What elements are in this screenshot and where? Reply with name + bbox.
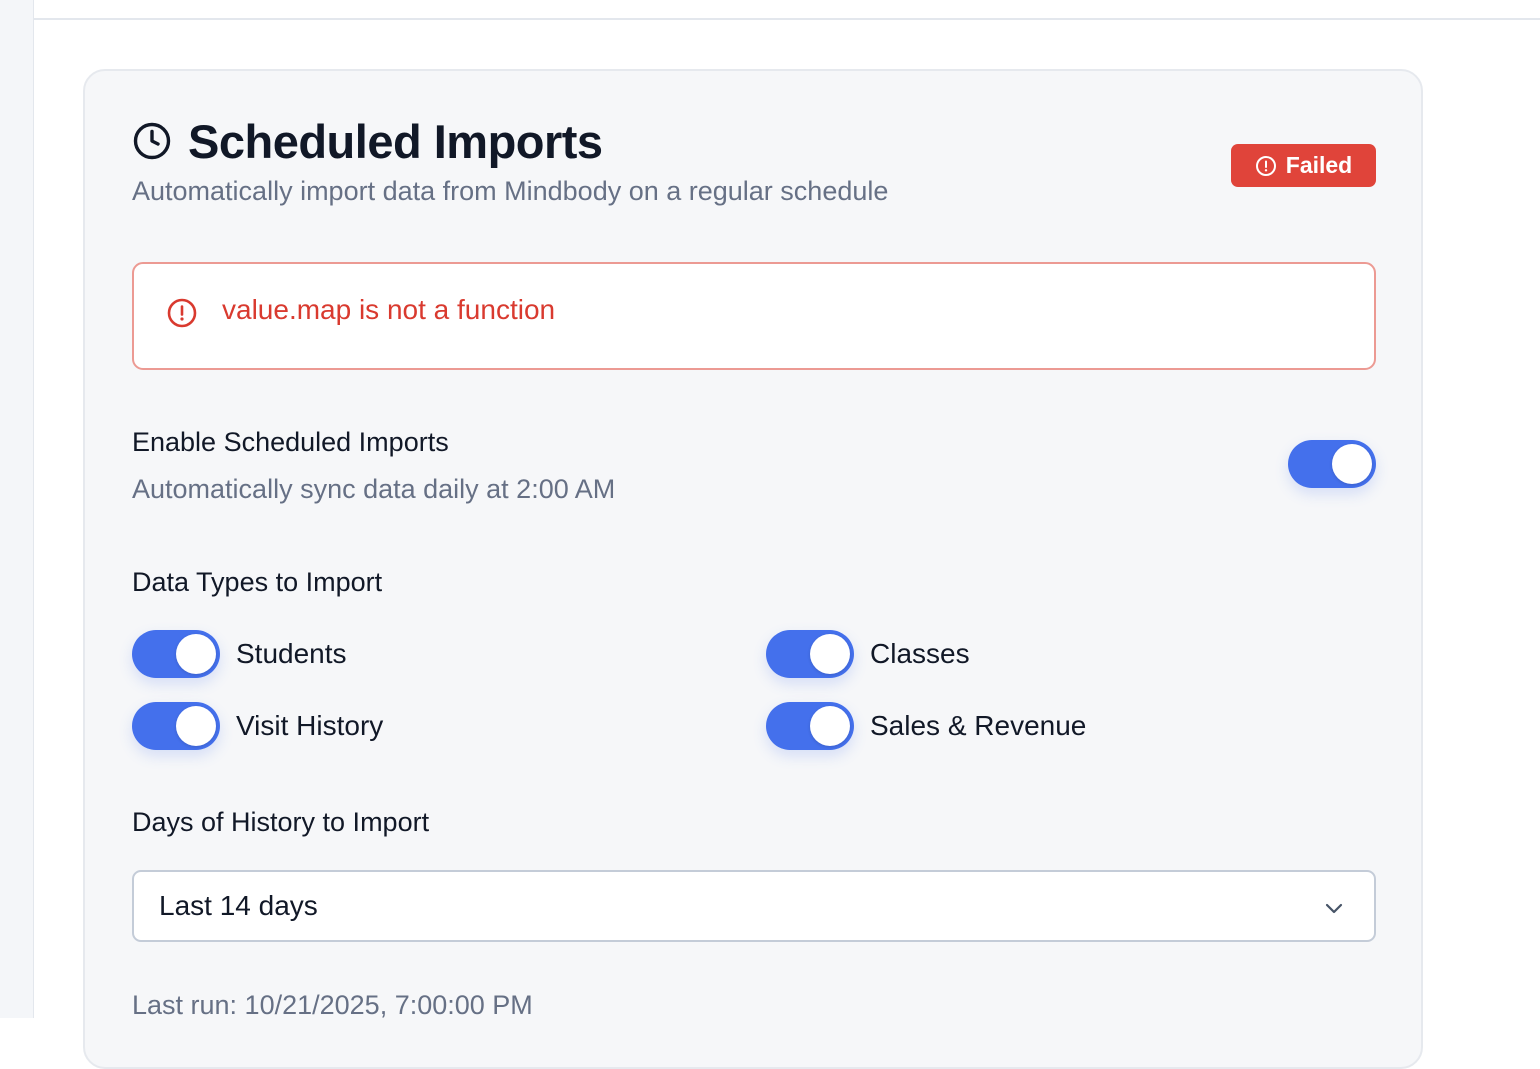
visit-history-label: Visit History — [236, 710, 384, 741]
last-run-timestamp: Last run: 10/21/2025, 7:00:00 PM — [132, 990, 533, 1020]
status-badge-label: Failed — [1285, 152, 1353, 178]
classes-toggle[interactable] — [766, 630, 854, 678]
history-days-label: Days of History to Import — [132, 807, 430, 837]
top-bar — [34, 0, 1540, 20]
enable-schedule-description: Automatically sync data daily at 2:00 AM — [132, 474, 616, 504]
toggle-knob — [1332, 444, 1372, 484]
page-subtitle: Automatically import data from Mindbody … — [132, 176, 889, 206]
error-message: value.map is not a function — [222, 294, 556, 325]
classes-label: Classes — [870, 638, 970, 669]
alert-circle-icon — [1255, 155, 1277, 177]
status-badge: Failed — [1231, 144, 1376, 187]
enable-scheduled-imports-toggle[interactable] — [1288, 440, 1376, 488]
toggle-knob — [810, 706, 850, 746]
page-title: Scheduled Imports — [188, 114, 603, 168]
sales-revenue-toggle[interactable] — [766, 702, 854, 750]
alert-circle-icon — [166, 297, 198, 329]
clock-icon — [132, 121, 172, 161]
toggle-knob — [176, 706, 216, 746]
chevron-down-icon — [1322, 896, 1346, 920]
history-days-value: Last 14 days — [159, 890, 318, 921]
toggle-knob — [176, 634, 216, 674]
sidebar — [0, 0, 34, 1018]
students-toggle[interactable] — [132, 630, 220, 678]
error-alert: value.map is not a function — [132, 262, 1376, 370]
history-days-select[interactable]: Last 14 days — [132, 870, 1376, 942]
visit-history-toggle[interactable] — [132, 702, 220, 750]
data-types-label: Data Types to Import — [132, 567, 383, 597]
toggle-knob — [810, 634, 850, 674]
enable-schedule-label: Enable Scheduled Imports — [132, 427, 449, 457]
sales-revenue-label: Sales & Revenue — [870, 710, 1087, 741]
students-label: Students — [236, 638, 347, 669]
card-header: Scheduled Imports — [132, 113, 603, 169]
